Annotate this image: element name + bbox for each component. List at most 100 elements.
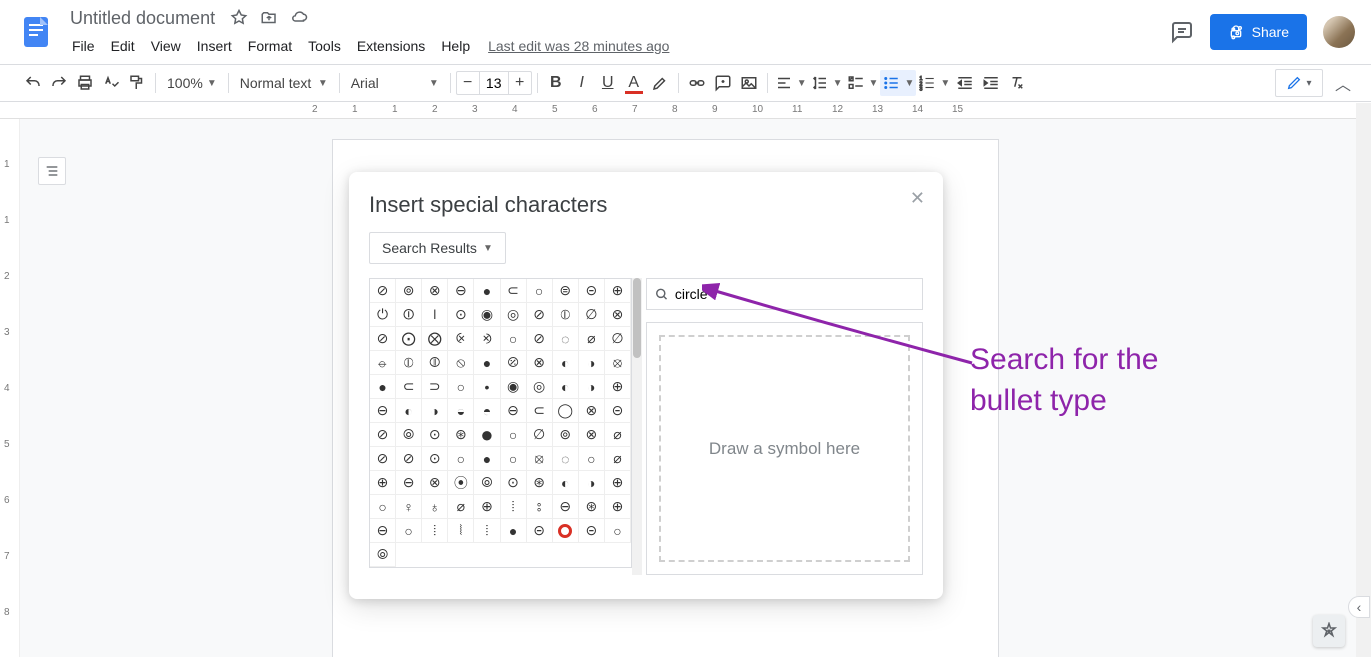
- char-cell[interactable]: ⊗: [579, 399, 605, 423]
- checklist-icon[interactable]: ▼: [845, 70, 881, 96]
- highlight-icon[interactable]: [647, 70, 673, 96]
- char-cell[interactable]: ⦾: [370, 543, 396, 567]
- char-cell[interactable]: ◉: [474, 303, 500, 327]
- char-cell[interactable]: ⊘: [370, 279, 396, 303]
- underline-icon[interactable]: U: [595, 70, 621, 96]
- char-cell[interactable]: ⊗: [605, 303, 631, 327]
- char-cell[interactable]: ⊖: [553, 495, 579, 519]
- char-cell[interactable]: ⊗: [527, 351, 553, 375]
- insert-image-icon[interactable]: [736, 70, 762, 96]
- add-comment-icon[interactable]: [710, 70, 736, 96]
- char-cell[interactable]: ●: [474, 279, 500, 303]
- char-cell[interactable]: ⌀: [579, 327, 605, 351]
- font-size-decrease[interactable]: −: [457, 72, 479, 94]
- char-cell[interactable]: ⊙: [422, 423, 448, 447]
- char-cell[interactable]: ○: [579, 447, 605, 471]
- char-cell[interactable]: ⊕: [605, 495, 631, 519]
- char-cell[interactable]: ⦶: [553, 303, 579, 327]
- char-cell[interactable]: ⦵: [370, 351, 396, 375]
- char-cell[interactable]: ●: [474, 351, 500, 375]
- char-cell[interactable]: ⨀: [396, 327, 422, 351]
- char-cell[interactable]: ⊃: [422, 375, 448, 399]
- char-cell[interactable]: ○: [501, 423, 527, 447]
- char-cell[interactable]: ⊝: [527, 519, 553, 543]
- star-icon[interactable]: [227, 6, 251, 30]
- char-cell[interactable]: ○: [370, 495, 396, 519]
- char-cell[interactable]: ⊙: [448, 303, 474, 327]
- italic-icon[interactable]: I: [569, 70, 595, 96]
- char-cell[interactable]: ⊖: [448, 279, 474, 303]
- char-cell[interactable]: ⊕: [605, 471, 631, 495]
- char-cell[interactable]: ⊗: [422, 279, 448, 303]
- char-cell[interactable]: ●: [474, 447, 500, 471]
- char-cell[interactable]: ⊘: [370, 423, 396, 447]
- char-cell[interactable]: ◐: [396, 399, 422, 423]
- account-avatar[interactable]: [1323, 16, 1355, 48]
- editing-mode-button[interactable]: ▾: [1275, 69, 1323, 97]
- menu-tools[interactable]: Tools: [300, 34, 349, 58]
- char-cell[interactable]: ○: [527, 279, 553, 303]
- char-cell[interactable]: ◌: [553, 327, 579, 351]
- char-cell[interactable]: ◑: [579, 351, 605, 375]
- char-cell[interactable]: ⊛: [579, 495, 605, 519]
- char-cell[interactable]: ○: [501, 447, 527, 471]
- char-cell[interactable]: ⨴: [448, 327, 474, 351]
- char-cell[interactable]: ⊕: [474, 495, 500, 519]
- char-cell[interactable]: ○: [605, 519, 631, 543]
- char-cell[interactable]: ⦸: [448, 351, 474, 375]
- bulleted-list-icon[interactable]: ▼: [880, 70, 916, 96]
- vertical-ruler[interactable]: 1123456789: [0, 119, 20, 657]
- char-cell[interactable]: ⊜: [553, 279, 579, 303]
- char-cell[interactable]: ◐: [553, 351, 579, 375]
- char-cell[interactable]: ⦷: [422, 351, 448, 375]
- menu-format[interactable]: Format: [240, 34, 300, 58]
- char-cell[interactable]: ⊖: [501, 399, 527, 423]
- bold-icon[interactable]: B: [543, 70, 569, 96]
- menu-insert[interactable]: Insert: [189, 34, 240, 58]
- char-cell[interactable]: ⌀: [448, 495, 474, 519]
- char-cell[interactable]: ⦻: [605, 351, 631, 375]
- char-cell[interactable]: ⊚: [553, 423, 579, 447]
- font-size-value[interactable]: 13: [479, 72, 509, 94]
- char-cell[interactable]: ⌀: [605, 423, 631, 447]
- char-cell[interactable]: ○: [448, 375, 474, 399]
- share-button[interactable]: Share: [1210, 14, 1307, 50]
- char-cell[interactable]: ◑: [579, 375, 605, 399]
- char-cell[interactable]: ⊘: [396, 447, 422, 471]
- char-cell[interactable]: ⊖: [396, 471, 422, 495]
- char-cell[interactable]: ◎: [527, 375, 553, 399]
- char-cell[interactable]: ○: [501, 327, 527, 351]
- char-cell[interactable]: ⊂: [527, 399, 553, 423]
- document-outline-icon[interactable]: [38, 157, 66, 185]
- zoom-select[interactable]: 100%▼: [161, 75, 223, 91]
- horizontal-ruler[interactable]: 21123456789101112131415: [332, 102, 1341, 118]
- char-cell[interactable]: ◯: [553, 399, 579, 423]
- char-cell[interactable]: ∅: [579, 303, 605, 327]
- char-cell[interactable]: [553, 519, 579, 543]
- char-cell[interactable]: ⊗: [579, 423, 605, 447]
- decrease-indent-icon[interactable]: [952, 70, 978, 96]
- char-cell[interactable]: ⊕: [605, 375, 631, 399]
- char-cell[interactable]: ⦙: [474, 519, 500, 543]
- char-cell[interactable]: ⊝: [579, 279, 605, 303]
- search-box[interactable]: [646, 278, 923, 310]
- char-cell[interactable]: ♁: [422, 495, 448, 519]
- menu-edit[interactable]: Edit: [103, 34, 143, 58]
- char-cell[interactable]: ⨵: [474, 327, 500, 351]
- char-cell[interactable]: ●: [370, 375, 396, 399]
- side-panel-toggle[interactable]: ‹: [1348, 596, 1370, 618]
- menu-file[interactable]: File: [64, 34, 103, 58]
- char-cell[interactable]: ⊗: [422, 471, 448, 495]
- docs-logo[interactable]: [16, 12, 56, 52]
- char-cell[interactable]: ◑: [422, 399, 448, 423]
- char-cell[interactable]: ●: [474, 423, 500, 447]
- clear-formatting-icon[interactable]: [1004, 70, 1030, 96]
- char-cell[interactable]: ∅: [527, 423, 553, 447]
- char-cell[interactable]: ◌: [553, 447, 579, 471]
- grid-scrollbar[interactable]: [632, 278, 642, 575]
- move-icon[interactable]: [257, 6, 281, 30]
- comments-icon[interactable]: [1170, 20, 1194, 44]
- align-icon[interactable]: ▼: [773, 70, 809, 96]
- increase-indent-icon[interactable]: [978, 70, 1004, 96]
- char-cell[interactable]: ⊘: [370, 327, 396, 351]
